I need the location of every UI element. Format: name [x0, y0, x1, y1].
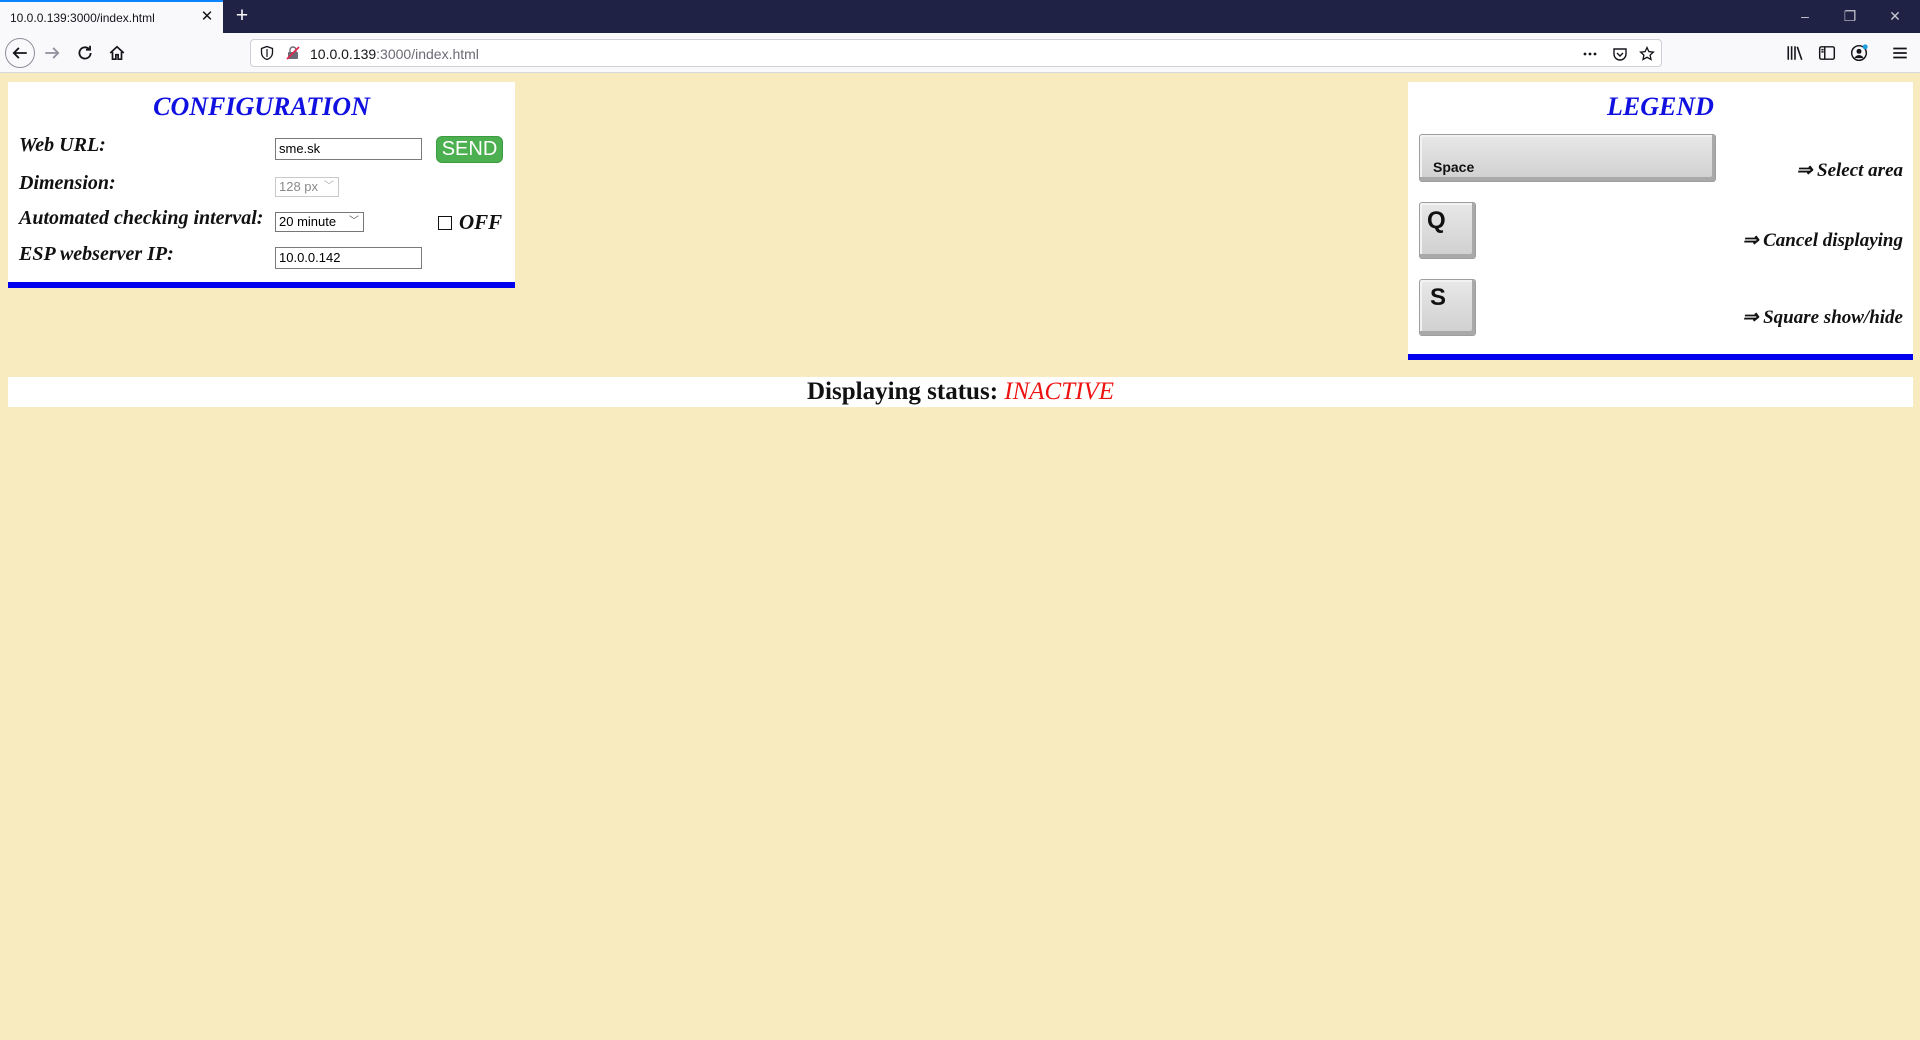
web-url-label: Web URL:	[19, 134, 106, 156]
pocket-button[interactable]	[1611, 45, 1629, 63]
send-button[interactable]: SEND	[436, 136, 503, 163]
legend-panel: LEGEND Space ⇒ Select area Q ⇒ Cancel di…	[1408, 82, 1913, 360]
home-button[interactable]	[102, 38, 132, 68]
dimension-select: 128 px ﹀	[275, 177, 339, 197]
library-icon	[1787, 46, 1803, 61]
automation-checkbox[interactable]	[438, 216, 452, 230]
esp-ip-input[interactable]: 10.0.0.142	[275, 247, 422, 269]
esp-ip-label: ESP webserver IP:	[19, 243, 174, 265]
s-key-icon: S	[1419, 279, 1476, 336]
legend-item-square-show-hide: ⇒ Square show/hide	[1742, 307, 1903, 328]
bookmark-button[interactable]	[1638, 45, 1656, 63]
sidebar-icon	[1818, 46, 1836, 60]
new-tab-icon[interactable]: +	[231, 4, 253, 28]
space-key-label: Space	[1433, 159, 1475, 175]
browser-tab[interactable]: 10.0.0.139:3000/index.html ✕	[0, 0, 223, 33]
shield-icon[interactable]	[259, 45, 275, 61]
displaying-status-bar: Displaying status: INACTIVE	[8, 377, 1913, 407]
chevron-down-icon: ﹀	[324, 181, 334, 192]
insecure-lock-icon[interactable]	[285, 45, 301, 61]
tab-close-icon[interactable]: ✕	[198, 8, 216, 26]
off-label: OFF	[459, 210, 503, 234]
forward-arrow-icon	[45, 47, 60, 59]
url-host: 10.0.0.139	[310, 46, 377, 62]
account-button[interactable]	[1849, 43, 1869, 63]
legend-item-select-area: ⇒ Select area	[1796, 160, 1903, 181]
hamburger-menu-icon	[1893, 47, 1907, 59]
tab-title: 10.0.0.139:3000/index.html	[10, 11, 155, 25]
reload-button[interactable]	[70, 38, 100, 68]
legend-item-cancel-displaying: ⇒ Cancel displaying	[1742, 230, 1903, 251]
pocket-icon	[1613, 48, 1627, 61]
forward-button[interactable]	[37, 38, 67, 68]
url-text[interactable]: 10.0.0.139:3000/index.html	[310, 46, 479, 62]
back-arrow-icon	[12, 47, 27, 59]
minimize-icon[interactable]: –	[1785, 6, 1825, 26]
interval-value: 20 minute	[279, 214, 337, 229]
status-label: Displaying status:	[807, 378, 999, 405]
page-content: CONFIGURATION Web URL: sme.sk SEND Dimen…	[0, 74, 1920, 1040]
back-button[interactable]	[5, 38, 35, 68]
q-key-label: Q	[1427, 207, 1446, 234]
browser-tab-bar: 10.0.0.139:3000/index.html ✕ + – ❐ ✕	[0, 0, 1920, 33]
status-value: INACTIVE	[1004, 378, 1114, 405]
chevron-down-icon: ﹀	[349, 216, 359, 227]
s-key-label: S	[1430, 284, 1447, 311]
q-key-icon: Q	[1419, 202, 1476, 259]
restore-icon[interactable]: ❐	[1830, 6, 1870, 26]
menu-button[interactable]	[1890, 43, 1910, 63]
configuration-panel: CONFIGURATION Web URL: sme.sk SEND Dimen…	[8, 82, 515, 288]
dimension-value: 128 px	[279, 179, 319, 194]
web-url-input[interactable]: sme.sk	[275, 138, 422, 160]
interval-label: Automated checking interval:	[19, 207, 264, 229]
star-icon	[1639, 46, 1655, 61]
dimension-label: Dimension:	[19, 172, 116, 194]
url-bar[interactable]: 10.0.0.139:3000/index.html	[250, 39, 1662, 67]
account-icon	[1850, 44, 1868, 62]
browser-nav-bar: 10.0.0.139:3000/index.html	[0, 33, 1920, 73]
legend-title: LEGEND	[1607, 92, 1714, 121]
space-key-icon: Space	[1419, 134, 1716, 182]
reload-icon	[78, 45, 92, 60]
more-dots-icon	[1583, 52, 1597, 56]
window-close-icon[interactable]: ✕	[1875, 6, 1915, 26]
page-actions-button[interactable]	[1581, 45, 1599, 63]
library-button[interactable]	[1785, 43, 1805, 63]
sidebar-button[interactable]	[1817, 43, 1837, 63]
home-icon	[109, 45, 125, 61]
url-path: :3000/index.html	[376, 46, 479, 62]
interval-select[interactable]: 20 minute ﹀	[275, 212, 364, 232]
configuration-title: CONFIGURATION	[153, 92, 370, 121]
